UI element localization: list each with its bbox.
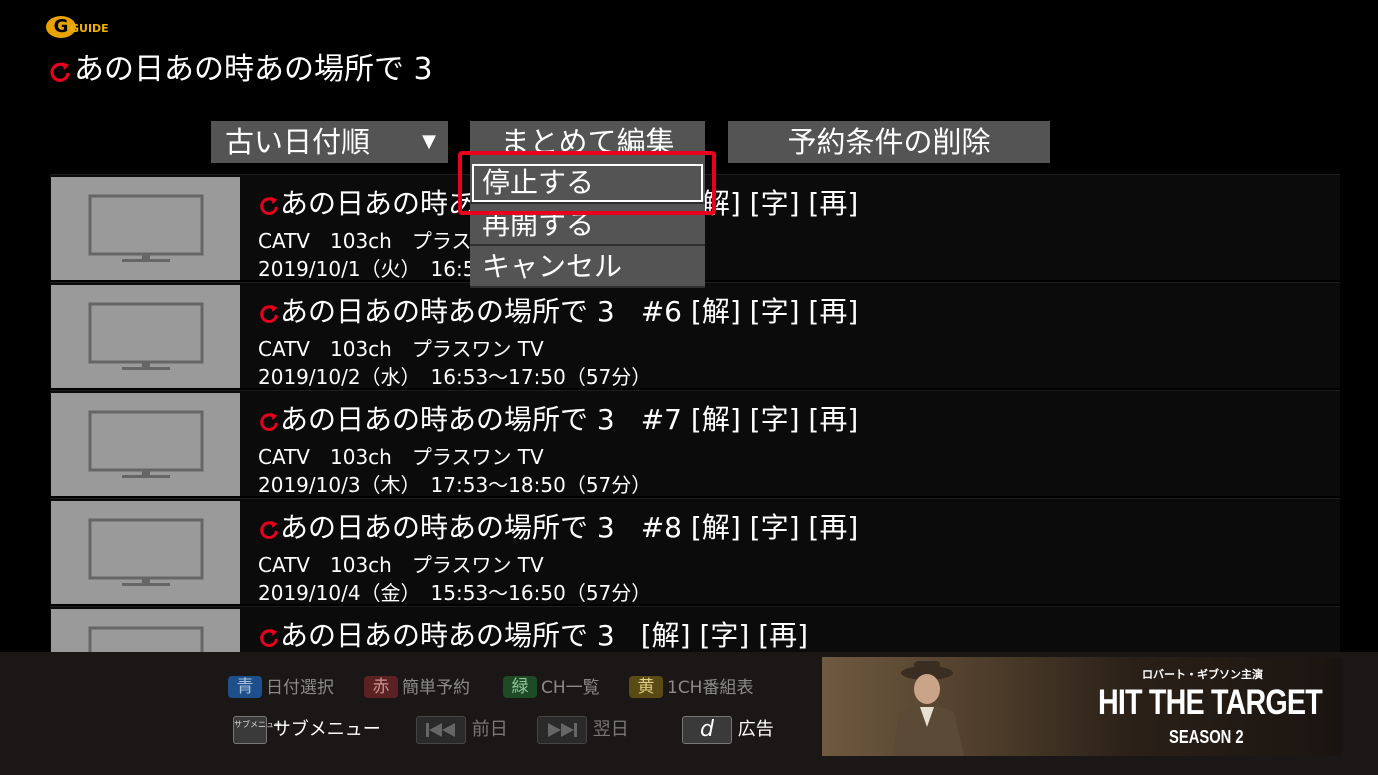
d-button-hint[interactable]: d 広告 <box>682 714 774 746</box>
list-item[interactable]: あの日あの時あの場所で 3 #8 [解] [字] [再] CATV 103ch プ… <box>50 498 1340 605</box>
list-item[interactable]: あの日あの時あの場所で 3 #7 [解] [字] [再] CATV 103ch プ… <box>50 390 1340 497</box>
blue-key-hint[interactable]: 青日付選択 <box>228 676 334 700</box>
repeat-record-icon <box>260 628 278 647</box>
skip-back-icon <box>416 716 466 744</box>
program-channel: CATV 103ch プラスワン TV <box>258 553 544 577</box>
repeat-record-icon <box>260 520 278 539</box>
red-key-hint[interactable]: 赤簡単予約 <box>364 676 470 700</box>
submenu-label: サブメニュー <box>272 719 381 740</box>
submenu-hint[interactable]: サブメニュー サブメニュー <box>233 714 381 746</box>
ad-banner[interactable]: ロバート・ギブソン主演 HIT THE TARGET SEASON 2 <box>822 657 1342 756</box>
menu-item-stop[interactable]: 停止する <box>470 162 705 204</box>
sort-order-select[interactable]: 古い日付順 ▼ <box>211 121 448 163</box>
ad-title: HIT THE TARGET <box>1098 683 1323 722</box>
tv-icon <box>88 518 204 586</box>
prev-day-label: 前日 <box>471 719 508 740</box>
menu-item-resume[interactable]: 再開する <box>470 204 705 246</box>
repeat-record-icon <box>260 196 278 215</box>
program-title-text: あの日あの時あの場所で 3 <box>280 403 615 436</box>
yellow-key: 黄 <box>629 676 663 698</box>
program-time: 2019/10/3（木） 17:53～18:50（57分） <box>258 473 652 497</box>
green-key-hint[interactable]: 緑 CH一覧 <box>503 676 600 700</box>
blue-key: 青 <box>228 676 262 698</box>
program-title: あの日あの時あの場所で 3 #7 [解] [字] [再] <box>258 400 858 440</box>
program-title: あの日あの時あの場所で 3 [解] [字] [再] <box>258 616 808 652</box>
thumbnail <box>51 285 240 388</box>
tv-icon <box>88 626 204 652</box>
program-channel: CATV 103ch プラスワン TV <box>258 337 544 361</box>
d-button-label: 広告 <box>737 719 774 740</box>
ad-season: SEASON 2 <box>1169 727 1244 747</box>
d-key: d <box>682 716 732 744</box>
green-key: 緑 <box>503 676 537 698</box>
list-item[interactable]: あの日あの時あの場所で 3 #6 [解] [字] [再] CATV 103ch プ… <box>50 282 1340 389</box>
repeat-record-icon <box>50 61 70 82</box>
program-tags: #8 [解] [字] [再] <box>640 511 859 544</box>
skip-forward-icon <box>537 716 587 744</box>
program-title-text: あの日あの時あの場所で 3 <box>280 511 615 544</box>
ad-figure-image <box>892 661 964 756</box>
chevron-down-icon: ▼ <box>422 131 436 152</box>
ad-subtitle: ロバート・ギブソン主演 <box>1142 668 1263 681</box>
repeat-record-icon <box>260 304 278 323</box>
program-title: あの日あの時あの場所で 3 #6 [解] [字] [再] <box>258 292 858 332</box>
yellow-key-hint[interactable]: 黄 1CH番組表 <box>629 676 753 700</box>
red-key: 赤 <box>364 676 398 698</box>
red-key-label: 簡単予約 <box>402 678 470 698</box>
program-time: 2019/10/2（水） 16:53～17:50（57分） <box>258 365 652 389</box>
thumbnail <box>51 501 240 604</box>
logo-text: GUIDE <box>70 22 109 35</box>
footer-bar: 青日付選択 赤簡単予約 緑 CH一覧 黄 1CH番組表 サブメニュー サブメニュー … <box>0 652 1378 775</box>
yellow-key-label: 1CH番組表 <box>667 678 754 698</box>
next-day-hint[interactable]: 翌日 <box>537 714 629 746</box>
submenu-key: サブメニュー <box>233 716 282 744</box>
page-title: あの日あの時あの場所で 3 <box>48 50 433 90</box>
tv-icon <box>88 194 204 262</box>
list-item[interactable]: あの日あの時あの場所で 3 [解] [字] [再] <box>50 606 1340 652</box>
thumbnail <box>51 609 240 652</box>
repeat-record-icon <box>260 412 278 431</box>
program-channel: CATV 103ch プラスワン TV <box>258 445 544 469</box>
program-title-text: あの日あの時あの場所で 3 <box>280 619 615 652</box>
tv-icon <box>88 410 204 478</box>
menu-item-cancel[interactable]: キャンセル <box>470 246 705 288</box>
batch-edit-menu: 停止する 再開する キャンセル <box>470 162 705 288</box>
tv-icon <box>88 302 204 370</box>
prev-day-hint[interactable]: 前日 <box>416 714 508 746</box>
sort-order-label: 古い日付順 <box>225 125 371 159</box>
page-title-text: あの日あの時あの場所で 3 <box>74 52 433 87</box>
batch-edit-button[interactable]: まとめて編集 <box>470 121 705 163</box>
program-time: 2019/10/4（金） 15:53～16:50（57分） <box>258 581 652 605</box>
program-title-text: あの日あの時あの場所で 3 <box>280 295 615 328</box>
thumbnail <box>51 393 240 496</box>
program-tags: [解] [字] [再] <box>640 619 809 652</box>
blue-key-label: 日付選択 <box>266 678 334 698</box>
next-day-label: 翌日 <box>592 719 629 740</box>
green-key-label: CH一覧 <box>541 678 600 698</box>
program-title: あの日あの時あの場所で 3 #8 [解] [字] [再] <box>258 508 858 548</box>
gguide-logo: G GUIDE <box>46 16 109 40</box>
program-tags: #6 [解] [字] [再] <box>640 295 859 328</box>
delete-condition-button[interactable]: 予約条件の削除 <box>728 121 1050 163</box>
program-tags: #7 [解] [字] [再] <box>640 403 859 436</box>
thumbnail <box>51 177 240 280</box>
